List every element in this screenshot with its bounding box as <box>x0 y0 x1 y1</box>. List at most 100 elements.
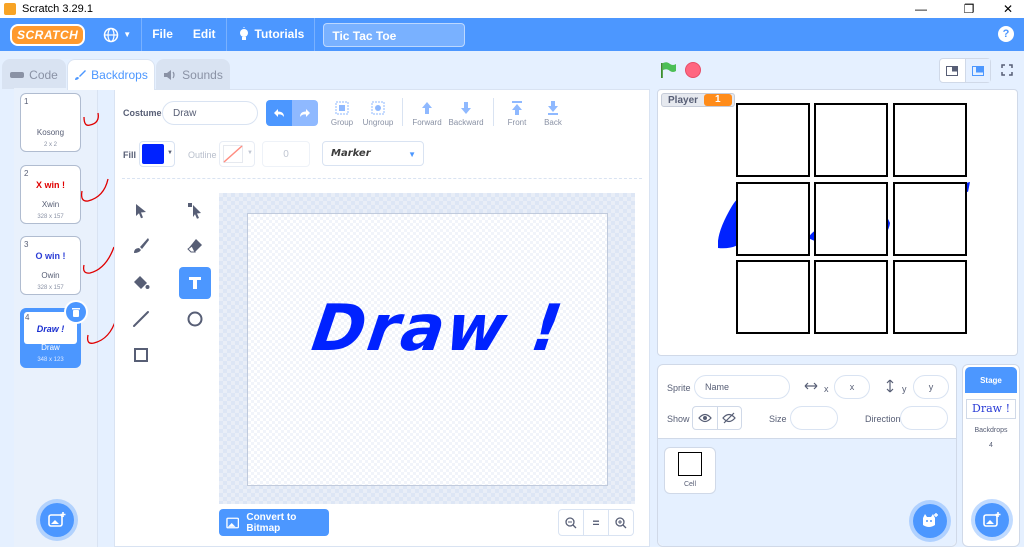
window-titlebar: Scratch 3.29.1 — ❐ ✕ <box>0 0 1024 18</box>
rectangle-icon <box>134 348 148 362</box>
outline-width-input[interactable]: 0 <box>262 141 310 167</box>
no-color-icon <box>223 145 243 163</box>
bitmap-icon <box>226 517 240 528</box>
sprite-name-input[interactable]: Name <box>694 375 790 399</box>
y-input[interactable]: y <box>913 375 949 399</box>
chevron-down-icon: ▼ <box>408 150 416 159</box>
fullscreen-icon <box>1001 64 1013 76</box>
tab-code-label: Code <box>29 67 58 82</box>
arrow-cursor-icon <box>136 204 146 219</box>
board-cell[interactable] <box>893 103 967 177</box>
tutorials-button[interactable]: Tutorials <box>227 18 315 51</box>
project-title-input[interactable]: Tic Tac Toe <box>323 22 466 47</box>
sprite-thumbnail-cell[interactable]: Cell <box>664 447 716 494</box>
backward-label: Backward <box>448 118 484 127</box>
minimize-button[interactable]: — <box>906 0 936 18</box>
size-input[interactable] <box>790 406 838 430</box>
choose-backdrop-stage-button[interactable] <box>975 503 1009 537</box>
circle-tool[interactable] <box>179 303 211 335</box>
scratch-app-icon <box>4 3 16 15</box>
hide-sprite-button[interactable] <box>718 407 742 429</box>
image-add-icon <box>48 512 66 527</box>
board-cell[interactable] <box>814 260 888 334</box>
edit-menu[interactable]: Edit <box>183 18 226 51</box>
tutorials-label: Tutorials <box>254 27 305 41</box>
font-select[interactable]: Marker ▼ <box>322 141 424 166</box>
window-title: Scratch 3.29.1 <box>22 3 93 15</box>
back-button[interactable]: Back <box>539 100 567 127</box>
zoom-controls: = <box>558 509 634 536</box>
board-cell[interactable] <box>893 260 967 334</box>
cat-add-icon <box>923 513 938 527</box>
eraser-tool[interactable] <box>179 230 211 262</box>
menu-bar: SCRATCH ▼ File Edit Tutorials Tic Tac To… <box>0 18 1024 51</box>
y-label: y <box>902 384 907 394</box>
tab-sounds[interactable]: Sounds <box>156 59 230 89</box>
canvas-draw-text[interactable]: Draw ! <box>303 292 573 366</box>
group-button[interactable]: Group <box>328 100 356 127</box>
green-flag-button[interactable] <box>660 62 678 81</box>
reshape-tool[interactable] <box>179 195 211 227</box>
small-stage-button[interactable] <box>940 59 966 82</box>
brush-tool[interactable] <box>125 230 157 262</box>
text-tool[interactable] <box>179 267 211 299</box>
front-button[interactable]: Front <box>503 100 531 127</box>
outline-label: Outline <box>188 150 217 160</box>
language-menu[interactable]: ▼ <box>93 18 141 51</box>
player-variable-label: Player <box>668 94 699 106</box>
board-cell[interactable] <box>814 103 888 177</box>
scratch-logo[interactable]: SCRATCH <box>10 23 86 46</box>
redo-button[interactable] <box>292 100 318 126</box>
close-button[interactable]: ✕ <box>993 0 1023 18</box>
direction-label: Direction <box>865 414 901 424</box>
large-stage-button[interactable] <box>965 59 990 82</box>
file-menu[interactable]: File <box>142 18 183 51</box>
board-cell[interactable] <box>736 260 810 334</box>
show-sprite-button[interactable] <box>693 407 718 429</box>
forward-button[interactable]: Forward <box>411 100 443 127</box>
small-stage-icon <box>946 65 959 76</box>
zoom-reset-button[interactable]: = <box>584 510 609 535</box>
tab-code[interactable]: Code <box>2 59 66 89</box>
fullscreen-button[interactable] <box>997 60 1017 80</box>
zoom-in-button[interactable] <box>609 510 633 535</box>
player-variable-monitor[interactable]: Player 1 <box>661 93 735 107</box>
choose-sprite-button[interactable] <box>913 504 947 538</box>
zoom-out-button[interactable] <box>559 510 584 535</box>
rectangle-tool[interactable] <box>125 339 157 371</box>
ungroup-button[interactable]: Ungroup <box>362 100 394 127</box>
backdrop-number: 2 <box>24 169 29 178</box>
paintbrush-icon <box>75 70 87 80</box>
group-label: Group <box>330 118 354 127</box>
stop-button[interactable] <box>685 62 701 78</box>
line-tool[interactable] <box>125 303 157 335</box>
select-tool[interactable] <box>125 195 157 227</box>
choose-backdrop-button[interactable] <box>40 503 74 537</box>
visibility-toggle <box>692 406 742 430</box>
help-icon[interactable]: ? <box>998 26 1014 42</box>
stage[interactable]: Player 1 <box>657 89 1018 356</box>
board-cell[interactable] <box>814 182 888 256</box>
show-label: Show <box>667 414 690 424</box>
board-cell[interactable] <box>736 103 810 177</box>
backward-button[interactable]: Backward <box>447 100 485 127</box>
backdrop-number: 4 <box>25 313 30 322</box>
tab-sounds-label: Sounds <box>182 67 223 82</box>
convert-to-bitmap-button[interactable]: Convert to Bitmap <box>219 509 329 536</box>
tab-backdrops[interactable]: Backdrops <box>67 59 155 90</box>
fill-color-swatch <box>142 144 164 164</box>
forward-label: Forward <box>412 118 442 127</box>
x-input[interactable]: x <box>834 375 870 399</box>
board-cell[interactable] <box>736 182 810 256</box>
fill-tool[interactable] <box>125 267 157 299</box>
outline-color-picker[interactable]: ▼ <box>219 141 255 167</box>
board-cell[interactable] <box>893 182 967 256</box>
fill-color-picker[interactable]: ▼ <box>139 141 175 167</box>
y-arrows-icon <box>886 379 894 393</box>
toolbar-separator <box>122 178 642 179</box>
paint-canvas[interactable]: Draw ! <box>247 213 608 486</box>
maximize-button[interactable]: ❐ <box>954 0 984 18</box>
costume-name-input[interactable]: Draw <box>162 101 258 125</box>
undo-button[interactable] <box>266 100 292 126</box>
direction-input[interactable] <box>900 406 948 430</box>
